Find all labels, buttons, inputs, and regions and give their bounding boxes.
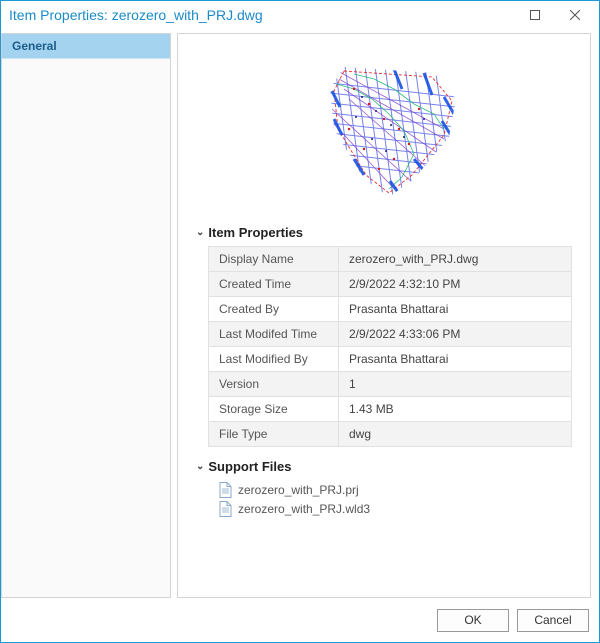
table-row: Last Modified By Prasanta Bhattarai (209, 347, 572, 372)
table-row: Last Modifed Time 2/9/2022 4:33:06 PM (209, 322, 572, 347)
sidebar: General (1, 33, 171, 598)
section-item-properties[interactable]: ⌄ Item Properties (196, 225, 572, 240)
tab-general[interactable]: General (2, 34, 170, 59)
dwg-thumbnail (294, 59, 474, 204)
prop-key: Storage Size (209, 397, 339, 422)
prop-key: File Type (209, 422, 339, 447)
ok-button[interactable]: OK (437, 609, 509, 632)
maximize-button[interactable] (515, 3, 555, 27)
prop-key: Created Time (209, 272, 339, 297)
content-panel: ⌄ Item Properties Display Name zerozero_… (177, 33, 591, 598)
prop-key: Created By (209, 297, 339, 322)
dialog-footer: OK Cancel (1, 598, 599, 642)
list-item[interactable]: zerozero_with_PRJ.prj (218, 482, 572, 498)
close-icon (570, 10, 580, 20)
prop-key: Last Modifed Time (209, 322, 339, 347)
table-row: File Type dwg (209, 422, 572, 447)
close-button[interactable] (555, 3, 595, 27)
prop-value: zerozero_with_PRJ.dwg (339, 247, 572, 272)
support-file-name: zerozero_with_PRJ.prj (238, 483, 359, 497)
section-label: Item Properties (208, 225, 303, 240)
list-item[interactable]: zerozero_with_PRJ.wld3 (218, 501, 572, 517)
prop-value: 2/9/2022 4:33:06 PM (339, 322, 572, 347)
file-icon (218, 501, 232, 517)
section-support-files[interactable]: ⌄ Support Files (196, 459, 572, 474)
prop-value: dwg (339, 422, 572, 447)
prop-value: 1 (339, 372, 572, 397)
prop-value: Prasanta Bhattarai (339, 297, 572, 322)
properties-dialog: Item Properties: zerozero_with_PRJ.dwg G… (0, 0, 600, 643)
table-row: Storage Size 1.43 MB (209, 397, 572, 422)
properties-table: Display Name zerozero_with_PRJ.dwg Creat… (208, 246, 572, 447)
title-bar: Item Properties: zerozero_with_PRJ.dwg (1, 1, 599, 29)
table-row: Created By Prasanta Bhattarai (209, 297, 572, 322)
window-title: Item Properties: zerozero_with_PRJ.dwg (9, 7, 515, 23)
cancel-button[interactable]: Cancel (517, 609, 589, 632)
section-label: Support Files (208, 459, 291, 474)
file-icon (218, 482, 232, 498)
table-row: Version 1 (209, 372, 572, 397)
chevron-down-icon: ⌄ (196, 461, 204, 472)
preview-area (196, 44, 572, 219)
support-file-name: zerozero_with_PRJ.wld3 (238, 502, 370, 516)
maximize-icon (530, 10, 540, 20)
table-row: Display Name zerozero_with_PRJ.dwg (209, 247, 572, 272)
prop-key: Display Name (209, 247, 339, 272)
chevron-down-icon: ⌄ (196, 227, 204, 238)
prop-value: 2/9/2022 4:32:10 PM (339, 272, 572, 297)
support-files-list: zerozero_with_PRJ.prj zerozero_with_PRJ.… (218, 482, 572, 517)
prop-key: Last Modified By (209, 347, 339, 372)
prop-value: 1.43 MB (339, 397, 572, 422)
prop-value: Prasanta Bhattarai (339, 347, 572, 372)
window-controls (515, 3, 595, 27)
prop-key: Version (209, 372, 339, 397)
table-row: Created Time 2/9/2022 4:32:10 PM (209, 272, 572, 297)
dialog-body: General (1, 29, 599, 598)
